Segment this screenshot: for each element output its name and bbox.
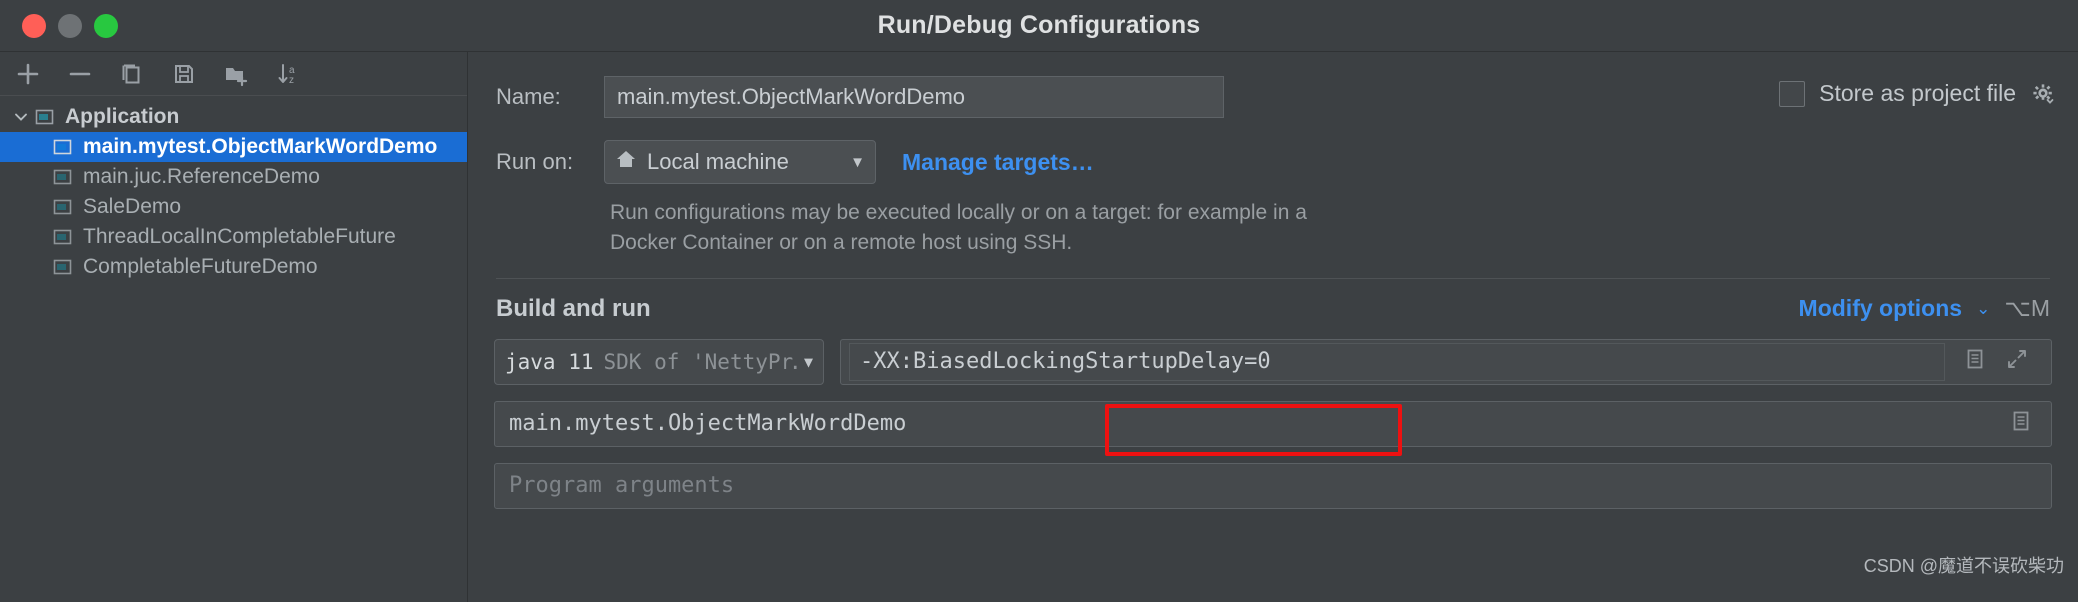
configurations-tree: Application main.mytest.ObjectMarkWordDe… <box>0 96 467 602</box>
name-label: Name: <box>496 84 561 109</box>
run-on-label: Run on: <box>496 149 574 174</box>
run-config-icon <box>52 226 74 248</box>
tree-item-completable-future-demo[interactable]: CompletableFutureDemo <box>0 252 467 282</box>
run-debug-configurations-dialog: Run/Debug Configurations a z Application… <box>0 0 2078 602</box>
close-button[interactable] <box>22 13 46 38</box>
configurations-panel: a z Application main.mytest.ObjectMarkWo… <box>0 52 468 602</box>
run-config-icon <box>52 136 74 158</box>
tree-item-label: CompletableFutureDemo <box>83 255 318 278</box>
watermark: CSDN @魔道不误砍柴功 <box>1863 556 2064 576</box>
build-and-run-header: Build and run Modify options ⌄ ⌥M <box>468 295 2078 323</box>
jdk-description: SDK of 'NettyPr… <box>603 349 798 374</box>
run-config-icon <box>52 256 74 278</box>
modify-options-shortcut: ⌥M <box>2004 295 2050 322</box>
store-as-project-file-label: Store as project file <box>1819 80 2016 106</box>
gear-dropdown-icon[interactable] <box>2030 81 2056 107</box>
jdk-dropdown[interactable]: java 11 SDK of 'NettyPr… ▼ <box>494 338 824 385</box>
chevron-down-icon: ▼ <box>803 352 813 371</box>
save-icon <box>175 64 193 83</box>
window-title: Run/Debug Configurations <box>877 11 1201 39</box>
program-arguments-row: Program arguments <box>468 462 2078 509</box>
svg-text:z: z <box>289 75 294 86</box>
macro-icon[interactable] <box>2009 409 2033 439</box>
home-icon <box>615 148 637 176</box>
run-on-dropdown[interactable]: Local machine ▼ <box>604 140 876 184</box>
sort-configurations-button[interactable]: a z <box>272 58 304 90</box>
run-on-row: Run on: Local machine ▼ Manage targets… <box>468 140 2078 184</box>
jdk-and-vm-options-row: java 11 SDK of 'NettyPr… ▼ -XX:BiasedLoc… <box>468 338 2078 385</box>
store-as-project-file-checkbox[interactable] <box>1779 80 1806 107</box>
tree-group-application[interactable]: Application <box>0 102 467 132</box>
tree-item-label: main.juc.ReferenceDemo <box>83 165 320 188</box>
save-configuration-button[interactable] <box>168 58 200 90</box>
modify-options-link[interactable]: Modify options <box>1799 295 1963 322</box>
tree-item-label: main.mytest.ObjectMarkWordDemo <box>83 135 438 158</box>
plus-icon <box>17 63 39 84</box>
name-input[interactable]: main.mytest.ObjectMarkWordDemo <box>604 76 1224 118</box>
copy-icon <box>122 64 140 83</box>
remove-configuration-button[interactable] <box>64 58 96 90</box>
tree-item-label: ThreadLocalInCompletableFuture <box>83 225 396 248</box>
window-controls <box>0 13 118 38</box>
add-configuration-button[interactable] <box>12 58 44 90</box>
run-config-icon <box>52 196 74 218</box>
vm-options-input[interactable]: -XX:BiasedLockingStartupDelay=0 <box>849 342 1945 381</box>
section-divider <box>496 277 2050 279</box>
build-and-run-title: Build and run <box>496 294 651 322</box>
move-into-folder-button[interactable] <box>220 58 252 90</box>
run-config-icon <box>52 166 74 188</box>
dialog-body: a z Application main.mytest.ObjectMarkWo… <box>0 52 2078 602</box>
tree-item-threadlocal-in-completable-future[interactable]: ThreadLocalInCompletableFuture <box>0 222 467 252</box>
chevron-down-icon: ▼ <box>850 153 865 171</box>
vm-options-field-container: -XX:BiasedLockingStartupDelay=0 <box>840 338 2052 385</box>
minimize-button[interactable] <box>58 13 82 38</box>
application-config-icon <box>34 106 56 128</box>
copy-configuration-button[interactable] <box>116 58 148 90</box>
vm-options-field-icons <box>1945 347 2043 376</box>
build-and-run-actions: Modify options ⌄ ⌥M <box>1799 295 2050 322</box>
main-class-field-icons <box>1991 409 2037 439</box>
configuration-editor-panel: Name: main.mytest.ObjectMarkWordDemo Sto… <box>468 52 2078 602</box>
new-folder-icon <box>226 67 248 86</box>
tree-item-reference-demo[interactable]: main.juc.ReferenceDemo <box>0 162 467 192</box>
manage-targets-link[interactable]: Manage targets… <box>902 149 1094 176</box>
minus-icon <box>69 72 91 75</box>
chevron-down-icon[interactable] <box>10 106 32 128</box>
store-as-project-file-row: Store as project file <box>1779 80 2056 107</box>
tree-item-sale-demo[interactable]: SaleDemo <box>0 192 467 222</box>
configurations-toolbar: a z <box>0 52 467 96</box>
tree-group-label: Application <box>65 105 180 128</box>
main-class-field-container: main.mytest.ObjectMarkWordDemo <box>494 400 2052 447</box>
title-bar: Run/Debug Configurations <box>0 0 2078 52</box>
tree-item-label: SaleDemo <box>83 195 182 218</box>
zoom-button[interactable] <box>94 13 118 38</box>
program-arguments-input[interactable]: Program arguments <box>494 462 2052 509</box>
main-class-row: main.mytest.ObjectMarkWordDemo <box>468 400 2078 447</box>
expand-icon[interactable] <box>2005 347 2029 376</box>
run-on-help-text: Run configurations may be executed local… <box>610 201 1307 254</box>
chevron-down-icon[interactable]: ⌄ <box>1976 299 1990 319</box>
sort-az-icon: a z <box>278 63 295 86</box>
tree-item-object-mark-word-demo[interactable]: main.mytest.ObjectMarkWordDemo <box>0 132 467 162</box>
main-class-input[interactable]: main.mytest.ObjectMarkWordDemo <box>509 411 906 436</box>
jdk-name: java 11 <box>505 349 594 374</box>
run-on-value: Local machine <box>647 149 789 174</box>
macro-icon[interactable] <box>1963 347 1987 376</box>
